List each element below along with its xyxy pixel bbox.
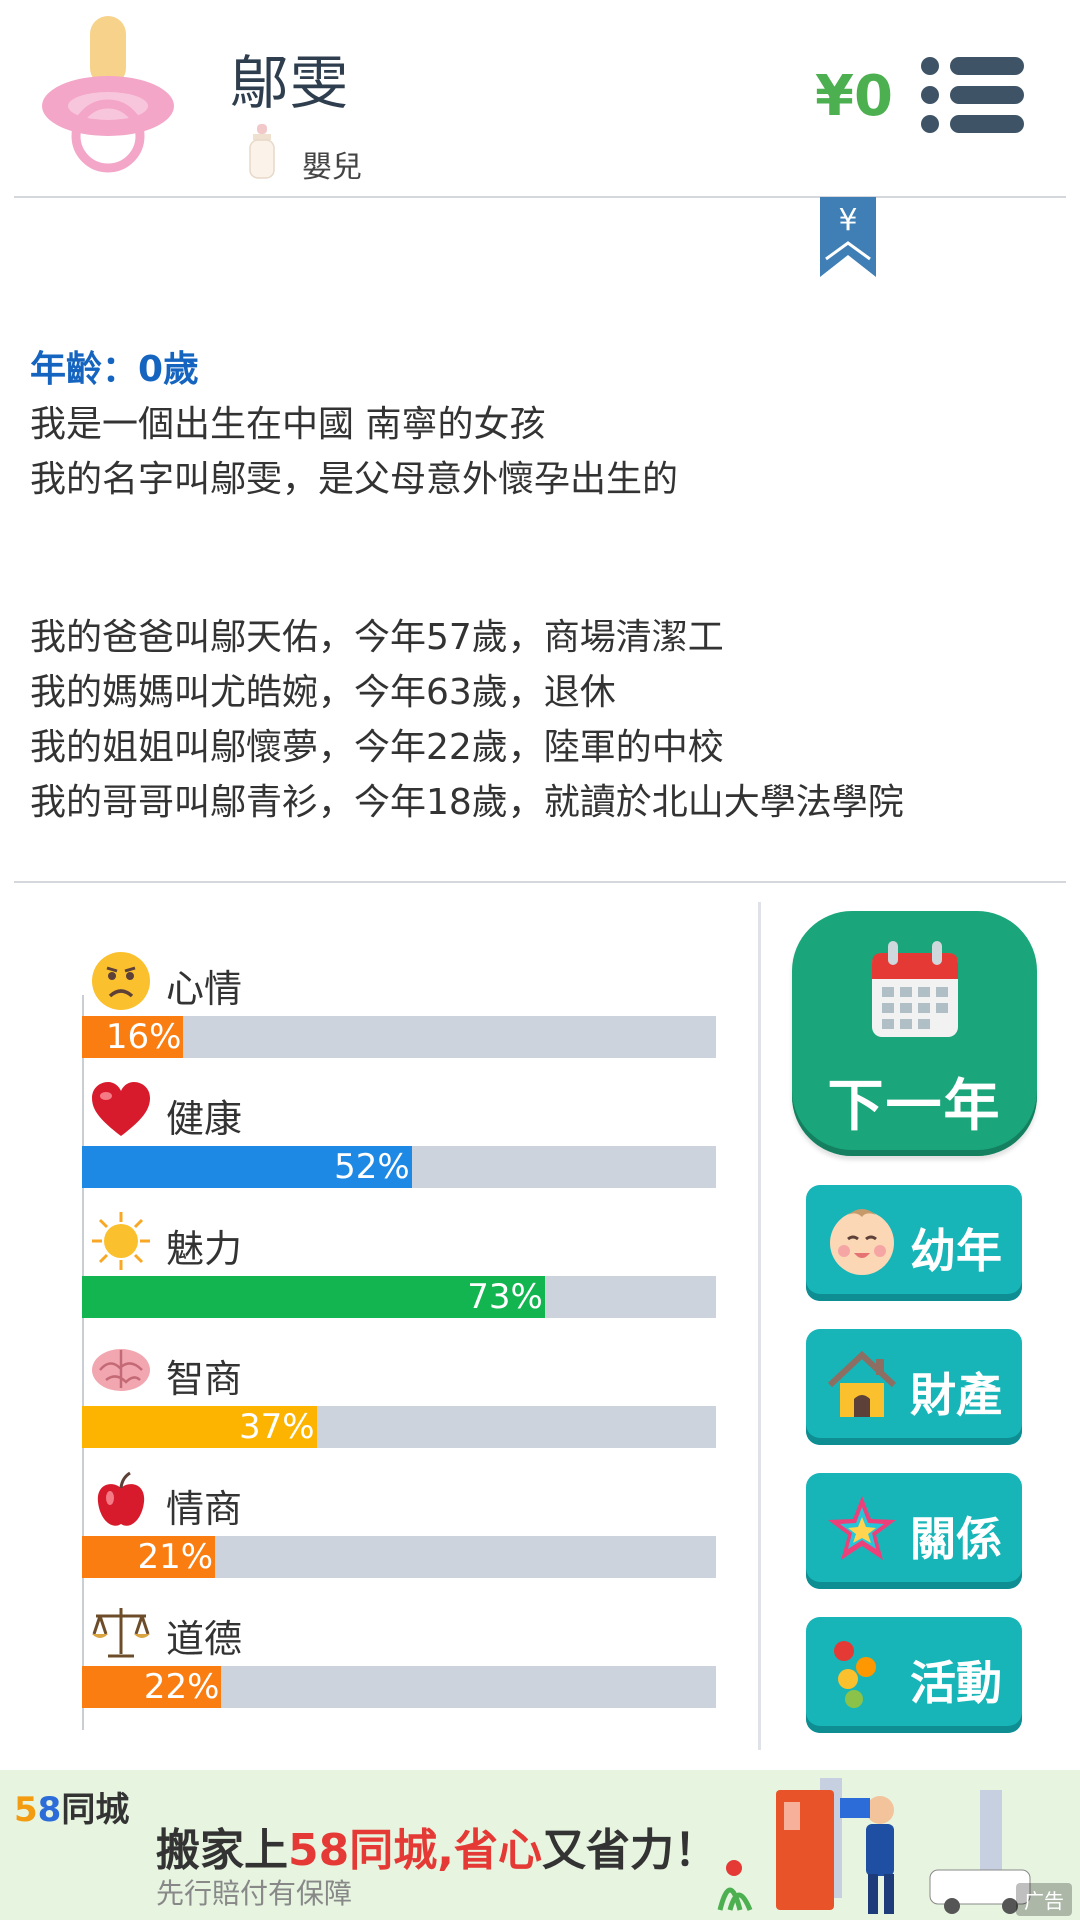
stat-bar-track: 73% <box>82 1276 716 1318</box>
stat-bar-fill: 16% <box>82 1016 184 1058</box>
stat-bar-track: 21% <box>82 1536 716 1578</box>
stat-value: 73% <box>467 1277 543 1317</box>
brain-icon <box>92 1349 150 1391</box>
character-name: 鄔雯 <box>230 49 351 117</box>
story-divider <box>14 881 1066 883</box>
activities-button[interactable]: 活動 <box>806 1617 1022 1733</box>
star-icon <box>828 1496 896 1560</box>
stat-bar-track: 16% <box>82 1016 716 1058</box>
family-line: 我的哥哥叫鄔青衫，今年18歲，就讀於北山大學法學院 <box>30 782 904 823</box>
stat-bar-fill: 37% <box>82 1406 317 1448</box>
next-year-button[interactable]: 下一年 <box>792 911 1037 1156</box>
bookmark-symbol: ¥ <box>838 203 858 238</box>
panel-divider <box>758 902 761 1750</box>
calendar-icon <box>872 941 958 1037</box>
family-line: 我的爸爸叫鄔天佑，今年57歲，商場清潔工 <box>30 617 724 658</box>
ad-headline: 搬家上58同城,省心又省力！ <box>156 1825 718 1876</box>
stat-bar-fill: 73% <box>82 1276 545 1318</box>
header-divider <box>14 196 1066 198</box>
apple-icon <box>97 1471 145 1526</box>
stat-value: 52% <box>334 1147 410 1187</box>
story-line: 我是一個出生在中國 南寧的女孩 <box>30 404 546 445</box>
relations-button[interactable]: 關係 <box>806 1473 1022 1589</box>
stat-bar-track: 22% <box>82 1666 716 1708</box>
menu-button[interactable] <box>920 56 1024 134</box>
house-icon <box>827 1350 897 1417</box>
pacifier-icon <box>42 16 174 173</box>
stat-bar-fill: 22% <box>82 1666 222 1708</box>
sun-icon <box>92 1212 150 1270</box>
stat-bar-track: 52% <box>82 1146 716 1188</box>
family-line: 我的媽媽叫尤皓婉，今年63歲，退休 <box>30 672 616 713</box>
stat-label: 心情 <box>166 967 243 1011</box>
stat-label: 魅力 <box>166 1227 243 1271</box>
relations-label: 關係 <box>910 1512 1002 1566</box>
stat-label: 情商 <box>166 1487 243 1531</box>
stat-bar-fill: 21% <box>82 1536 216 1578</box>
baby-bottle-icon <box>249 124 275 179</box>
ad-banner[interactable]: 58同城 搬家上58同城,省心又省力！ 先行賠付有保障 广告 <box>0 1770 1080 1920</box>
activities-label: 活動 <box>910 1656 1002 1710</box>
next-year-label: 下一年 <box>827 1074 1002 1139</box>
family-line: 我的姐姐叫鄔懷夢，今年22歲，陸軍的中校 <box>30 727 724 768</box>
ad-brand-logo: 58同城 <box>14 1790 130 1830</box>
property-button[interactable]: 財產 <box>806 1329 1022 1445</box>
stats-axis-line <box>82 995 84 1730</box>
activities-icon <box>834 1641 876 1708</box>
stat-value: 21% <box>137 1537 214 1577</box>
property-label: 財產 <box>910 1368 1002 1422</box>
life-story: 年齡：0歲 我是一個出生在中國 南寧的女孩 我的名字叫鄔雯，是父母意外懷孕出生的… <box>30 342 1060 830</box>
header: 鄔雯 嬰兒 ¥0 <box>0 0 1080 197</box>
ad-subtitle: 先行賠付有保障 <box>156 1877 353 1910</box>
stat-value: 37% <box>239 1407 315 1447</box>
heart-icon <box>92 1082 150 1136</box>
childhood-label: 幼年 <box>910 1224 1002 1278</box>
story-line: 我的名字叫鄔雯，是父母意外懷孕出生的 <box>30 459 679 500</box>
scales-icon <box>92 1608 150 1658</box>
baby-face-icon <box>830 1209 894 1275</box>
money-display: ¥0 <box>815 64 893 129</box>
stat-label: 健康 <box>166 1097 243 1141</box>
sad-face-icon <box>92 952 150 1010</box>
money-bookmark-button[interactable]: ¥ <box>820 197 876 277</box>
ad-tag: 广告 <box>1016 1883 1072 1916</box>
stat-label: 智商 <box>166 1357 243 1401</box>
stat-value: 22% <box>143 1667 220 1707</box>
childhood-button[interactable]: 幼年 <box>806 1185 1022 1301</box>
stat-bar-track: 37% <box>82 1406 716 1448</box>
stat-label: 道德 <box>166 1617 243 1661</box>
age-line: 年齡：0歲 <box>30 349 200 390</box>
stat-value: 16% <box>105 1017 182 1057</box>
life-stage-label: 嬰兒 <box>302 150 362 185</box>
stat-bar-fill: 52% <box>82 1146 412 1188</box>
